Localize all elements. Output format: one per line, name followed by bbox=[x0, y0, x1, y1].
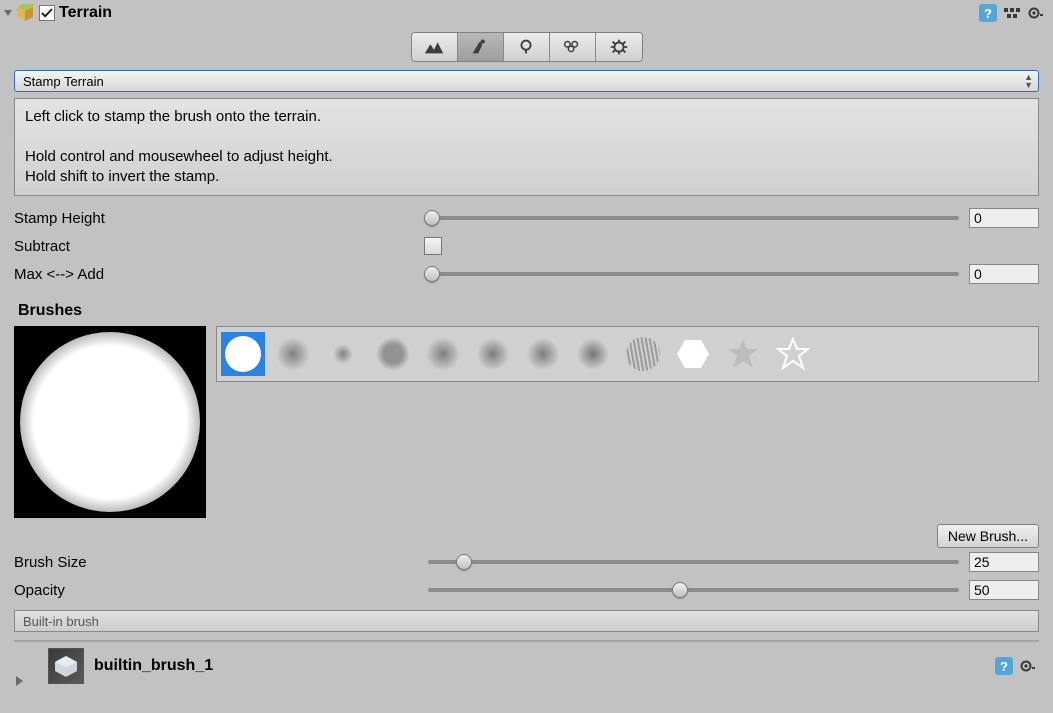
tool-paint-trees[interactable] bbox=[504, 33, 550, 61]
brush-thumbnail-list bbox=[216, 326, 1039, 382]
opacity-slider[interactable] bbox=[424, 580, 963, 600]
brush-thumb[interactable] bbox=[321, 332, 365, 376]
help-line: Hold control and mousewheel to adjust he… bbox=[25, 147, 1028, 167]
gear-icon[interactable] bbox=[1019, 657, 1037, 675]
brush-size-label: Brush Size bbox=[14, 554, 424, 571]
new-brush-button[interactable]: New Brush... bbox=[937, 524, 1039, 548]
tool-raise-lower[interactable] bbox=[412, 33, 458, 61]
subtract-checkbox[interactable] bbox=[424, 237, 442, 255]
component-foldout[interactable] bbox=[4, 10, 12, 16]
brush-thumb-star[interactable] bbox=[721, 332, 765, 376]
brush-size-field[interactable]: 25 bbox=[969, 552, 1039, 572]
stamp-height-label: Stamp Height bbox=[14, 210, 424, 227]
gear-icon[interactable] bbox=[1027, 4, 1045, 22]
brushes-title: Brushes bbox=[18, 302, 1039, 320]
help-blank bbox=[25, 127, 1028, 147]
brush-thumb-selected[interactable] bbox=[221, 332, 265, 376]
asset-foldout[interactable] bbox=[16, 676, 23, 686]
brush-note: Built-in brush bbox=[14, 610, 1039, 632]
tool-help-box: Left click to stamp the brush onto the t… bbox=[14, 98, 1039, 196]
brush-thumb[interactable] bbox=[271, 332, 315, 376]
brush-thumb[interactable] bbox=[421, 332, 465, 376]
help-icon[interactable]: ? bbox=[979, 4, 997, 22]
asset-thumbnail bbox=[48, 648, 84, 684]
brush-preview bbox=[14, 326, 206, 518]
brush-thumb[interactable] bbox=[571, 332, 615, 376]
asset-name: builtin_brush_1 bbox=[94, 657, 213, 675]
help-icon[interactable]: ? bbox=[995, 657, 1013, 675]
tool-paint-details[interactable] bbox=[550, 33, 596, 61]
stamp-height-field[interactable]: 0 bbox=[969, 208, 1039, 228]
brush-thumb[interactable] bbox=[471, 332, 515, 376]
brush-thumb[interactable] bbox=[621, 332, 665, 376]
brush-thumb-hexagon[interactable] bbox=[671, 332, 715, 376]
brush-thumb-star-outline[interactable] bbox=[771, 332, 815, 376]
max-add-field[interactable]: 0 bbox=[969, 264, 1039, 284]
brush-size-slider[interactable] bbox=[424, 552, 963, 572]
help-line: Hold shift to invert the stamp. bbox=[25, 167, 1028, 187]
help-line: Left click to stamp the brush onto the t… bbox=[25, 107, 1028, 127]
paint-mode-dropdown[interactable]: Stamp Terrain ▲▼ bbox=[14, 70, 1039, 92]
tool-terrain-settings[interactable] bbox=[596, 33, 642, 61]
opacity-label: Opacity bbox=[14, 582, 424, 599]
terrain-icon bbox=[15, 3, 35, 23]
stamp-height-slider[interactable] bbox=[424, 208, 963, 228]
brush-thumb[interactable] bbox=[521, 332, 565, 376]
component-title: Terrain bbox=[59, 4, 112, 22]
paint-mode-value: Stamp Terrain bbox=[23, 74, 104, 89]
preset-icon[interactable] bbox=[1003, 4, 1021, 22]
max-add-slider[interactable] bbox=[424, 264, 963, 284]
terrain-tool-group bbox=[411, 32, 643, 62]
subtract-label: Subtract bbox=[14, 238, 424, 255]
opacity-field[interactable]: 50 bbox=[969, 580, 1039, 600]
tool-paint-terrain[interactable] bbox=[458, 33, 504, 61]
brush-thumb[interactable] bbox=[371, 332, 415, 376]
max-add-label: Max <--> Add bbox=[14, 266, 424, 283]
dropdown-arrows-icon: ▲▼ bbox=[1024, 73, 1032, 89]
component-enabled-checkbox[interactable] bbox=[39, 5, 55, 21]
